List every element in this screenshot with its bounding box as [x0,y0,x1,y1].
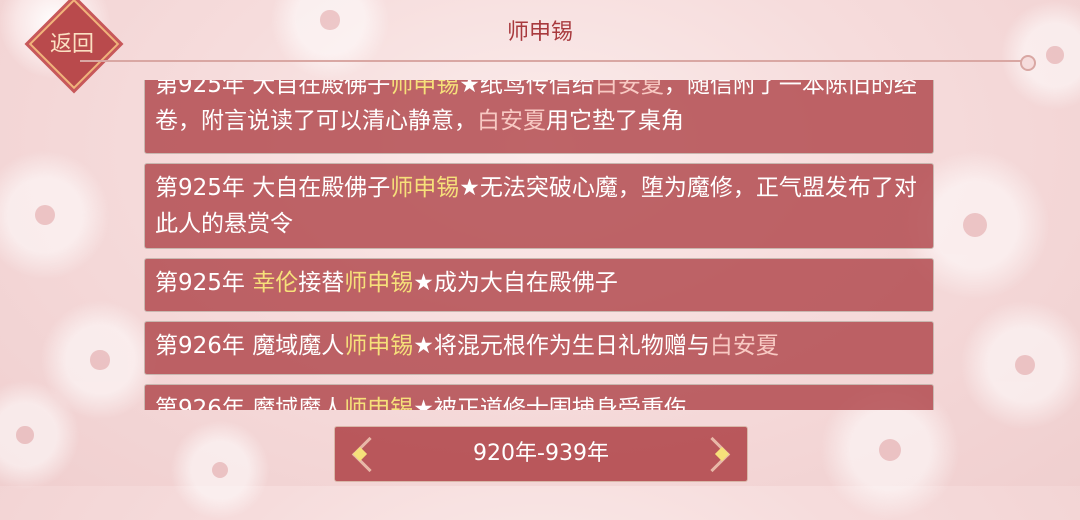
entry-text: ★成为大自在殿佛子 [413,270,618,296]
entry-text: 魔域魔人 [244,333,345,359]
chronicle-entry: 第925年 幸伦接替师申锡★成为大自在殿佛子 [144,258,934,312]
related-character-name: 白安夏 [477,108,546,134]
entry-year: 第925年 [155,270,245,296]
era-range-label[interactable]: 920年-939年 [335,427,747,481]
entry-text: ★纸鸢传信给 [459,80,595,98]
character-name: 师申锡 [390,175,460,201]
character-name: 师申锡 [344,333,414,359]
entry-text: 大自在殿佛子 [244,80,391,98]
entry-text: 用它垫了桌角 [546,108,684,134]
character-name: 幸伦 [252,270,299,296]
chronicle-entry: 第926年 魔域魔人师申锡★将混元根作为生日礼物赠与白安夏 [144,321,934,375]
chronicle-entry: 第926年 魔域魔人师申锡★被正道修士围捕身受重伤 [144,384,934,410]
entry-year: 第926年 [155,333,245,359]
entry-text: 魔域魔人 [244,396,345,410]
entry-text: ★将混元根作为生日礼物赠与 [413,333,710,359]
chronicle-list[interactable]: 第925年 大自在殿佛子师申锡★纸鸢传信给白安夏，随信附了一本陈旧的经卷，附言说… [144,80,936,410]
chronicle-entry: 第925年 大自在殿佛子师申锡★纸鸢传信给白安夏，随信附了一本陈旧的经卷，附言说… [144,80,934,154]
page-title: 师申锡 [506,20,573,45]
entry-year: 第925年 [155,175,245,201]
related-character-name: 白安夏 [709,333,779,359]
next-era-arrow-icon[interactable] [694,435,739,473]
header-divider [80,55,1036,71]
character-name: 师申锡 [344,270,414,296]
character-name: 师申锡 [344,396,414,410]
related-character-name: 白安夏 [594,80,664,98]
character-name: 师申锡 [390,80,460,98]
chronicle-entry: 第925年 大自在殿佛子师申锡★无法突破心魔，堕为魔修，正气盟发布了对此人的悬赏… [144,163,934,249]
entry-year: 第925年 [155,80,245,98]
entry-text: ★被正道修士围捕身受重伤 [413,396,687,410]
entry-text: 接替 [298,270,345,296]
era-selector: 920年-939年 [334,426,748,482]
entry-text: 大自在殿佛子 [244,175,391,201]
chronicle-list-content: 第925年 大自在殿佛子师申锡★纸鸢传信给白安夏，随信附了一本陈旧的经卷，附言说… [144,80,936,410]
entry-year: 第926年 [155,396,245,410]
